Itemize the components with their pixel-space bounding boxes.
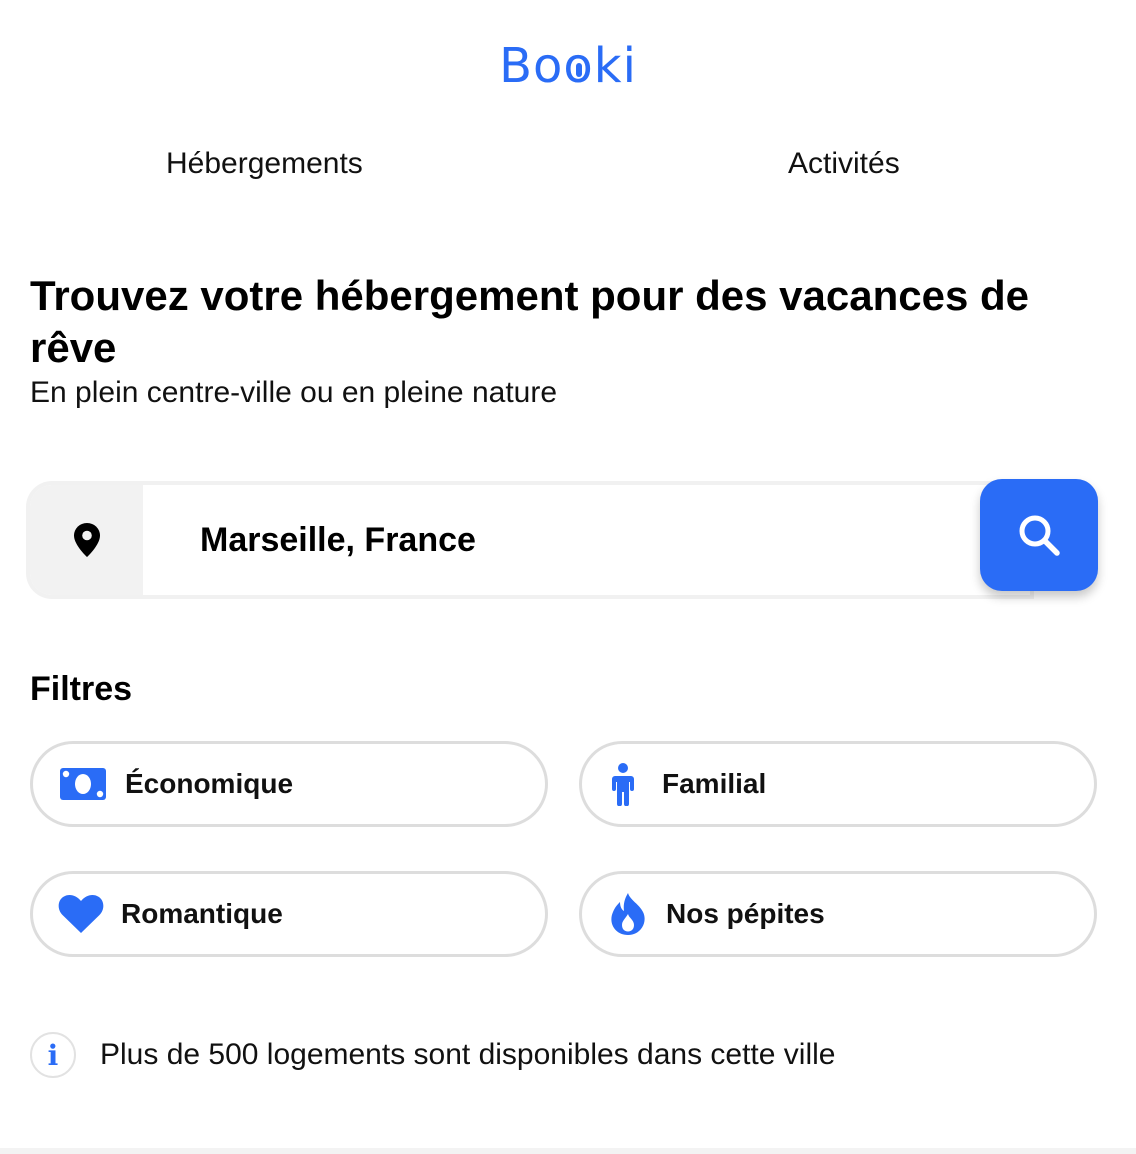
location-pin-box [30,485,143,595]
filter-nos-pepites[interactable]: Nos pépites [579,871,1097,957]
filter-economique[interactable]: Économique [30,741,548,827]
person-icon [600,762,646,806]
fire-icon [604,892,652,936]
nav-hebergements[interactable]: Hébergements [166,144,363,184]
page-title: Trouvez votre hébergement pour des vacan… [30,272,1030,371]
filters-title: Filtres [30,670,133,708]
main-nav: Hébergements Activités [0,144,1136,184]
search-field[interactable] [30,485,1030,595]
keyhole-icon [575,63,582,77]
filter-label: Romantique [121,898,283,929]
search-input[interactable] [200,485,980,595]
money-icon [57,766,109,802]
bottom-divider [0,1148,1136,1154]
filter-romantique[interactable]: Romantique [30,871,548,957]
heart-icon [55,894,107,934]
filter-label: Nos pépites [666,898,825,929]
search-button[interactable] [980,479,1098,591]
search-bar [30,479,1098,596]
filter-label: Économique [125,768,294,799]
logo-keyhole-o: o [563,36,593,96]
page-subtitle: En plein centre-ville ou en pleine natur… [30,376,558,409]
info-text: Plus de 500 logements sont disponibles d… [100,1038,836,1071]
filter-familial[interactable]: Familial [579,741,1097,827]
nav-activites[interactable]: Activités [788,144,900,184]
search-icon [1019,515,1060,556]
info-message: i Plus de 500 logements sont disponibles… [30,1030,835,1080]
map-pin-icon [73,523,100,557]
filter-label: Familial [662,768,767,799]
info-icon: i [30,1032,76,1078]
booki-logo[interactable]: Booki [0,36,1136,96]
